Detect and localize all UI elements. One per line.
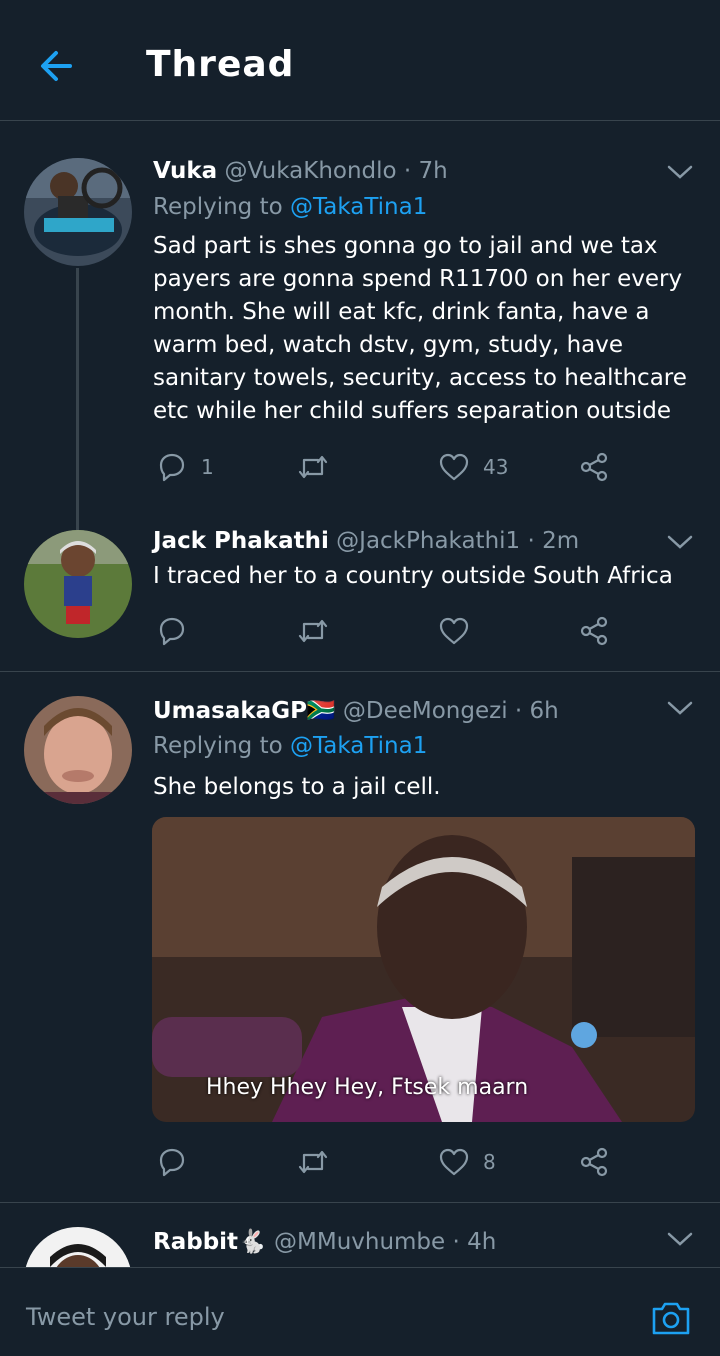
avatar[interactable] [24,158,132,266]
chevron-down-icon[interactable] [666,162,694,182]
handle-time: @DeeMongezi · 6h [342,698,559,724]
tweet-actions: 8 [153,1142,623,1182]
display-name[interactable]: Rabbit🐇 [153,1229,267,1255]
tweet-header: UmasakaGP🇿🇦 @DeeMongezi · 6h [153,697,559,724]
retweet-icon [298,619,328,643]
avatar[interactable] [24,696,132,804]
display-name[interactable]: Jack Phakathi [153,528,329,554]
share-button[interactable] [578,611,612,651]
like-count: 43 [483,455,509,479]
media-caption: Hhey Hhey Hey, Ftsek maarn [206,1075,529,1100]
divider [0,1202,720,1203]
retweet-button[interactable] [296,611,342,651]
divider [0,671,720,672]
tweet-header: Jack Phakathi @JackPhakathi1 · 2m [153,528,579,554]
reply-input[interactable]: Tweet your reply [26,1303,225,1331]
reply-button[interactable] [155,1142,201,1182]
page-title: Thread [146,44,295,85]
display-name[interactable]: UmasakaGP🇿🇦 [153,698,336,724]
reply-count: 1 [201,455,214,479]
tweet-header: Vuka @VukaKhondlo · 7h [153,158,448,184]
handle-time: @JackPhakathi1 · 2m [336,528,580,554]
camera-icon[interactable] [650,1297,692,1339]
reply-button[interactable]: 1 [155,447,214,487]
like-button[interactable]: 8 [437,1142,496,1182]
tweet-actions: 1 43 [153,447,623,487]
chevron-down-icon[interactable] [666,698,694,718]
replying-to: Replying to @TakaTina1 [153,194,428,220]
retweet-icon [298,455,328,479]
like-icon [439,617,469,645]
share-icon [580,616,608,646]
chevron-down-icon[interactable] [666,532,694,552]
share-icon [580,1147,608,1177]
handle-time: @VukaKhondlo · 7h [224,158,448,184]
mention-link[interactable]: @TakaTina1 [290,194,427,220]
display-name[interactable]: Vuka [153,158,217,184]
reply-icon [159,453,185,482]
share-button[interactable] [578,1142,612,1182]
reply-button[interactable] [155,611,201,651]
like-icon [439,1148,469,1176]
tweet-text: She belongs to a jail cell. [153,774,441,800]
tweet-text: I traced her to a country outside South … [153,563,673,589]
share-button[interactable] [578,447,612,487]
tweet-actions [153,611,623,651]
like-count: 8 [483,1150,496,1174]
tweet-text: Sad part is shes gonna go to jail and we… [153,233,687,424]
retweet-button[interactable] [296,447,342,487]
chevron-down-icon[interactable] [666,1229,694,1249]
mention-link[interactable]: @TakaTina1 [290,733,427,759]
reply-icon [159,1148,185,1177]
handle-time: @MMuvhumbe · 4h [274,1229,497,1255]
avatar[interactable] [24,530,132,638]
top-bar: Thread [0,0,720,121]
retweet-icon [298,1150,328,1174]
retweet-button[interactable] [296,1142,342,1182]
reply-icon [159,617,185,646]
back-arrow-icon[interactable] [34,44,78,88]
like-button[interactable] [437,611,483,651]
tweet-header: Rabbit🐇 @MMuvhumbe · 4h [153,1228,496,1255]
like-button[interactable]: 43 [437,447,508,487]
thread-connector-line [76,268,79,530]
replying-to: Replying to @TakaTina1 [153,733,428,759]
like-icon [439,453,469,481]
share-icon [580,452,608,482]
